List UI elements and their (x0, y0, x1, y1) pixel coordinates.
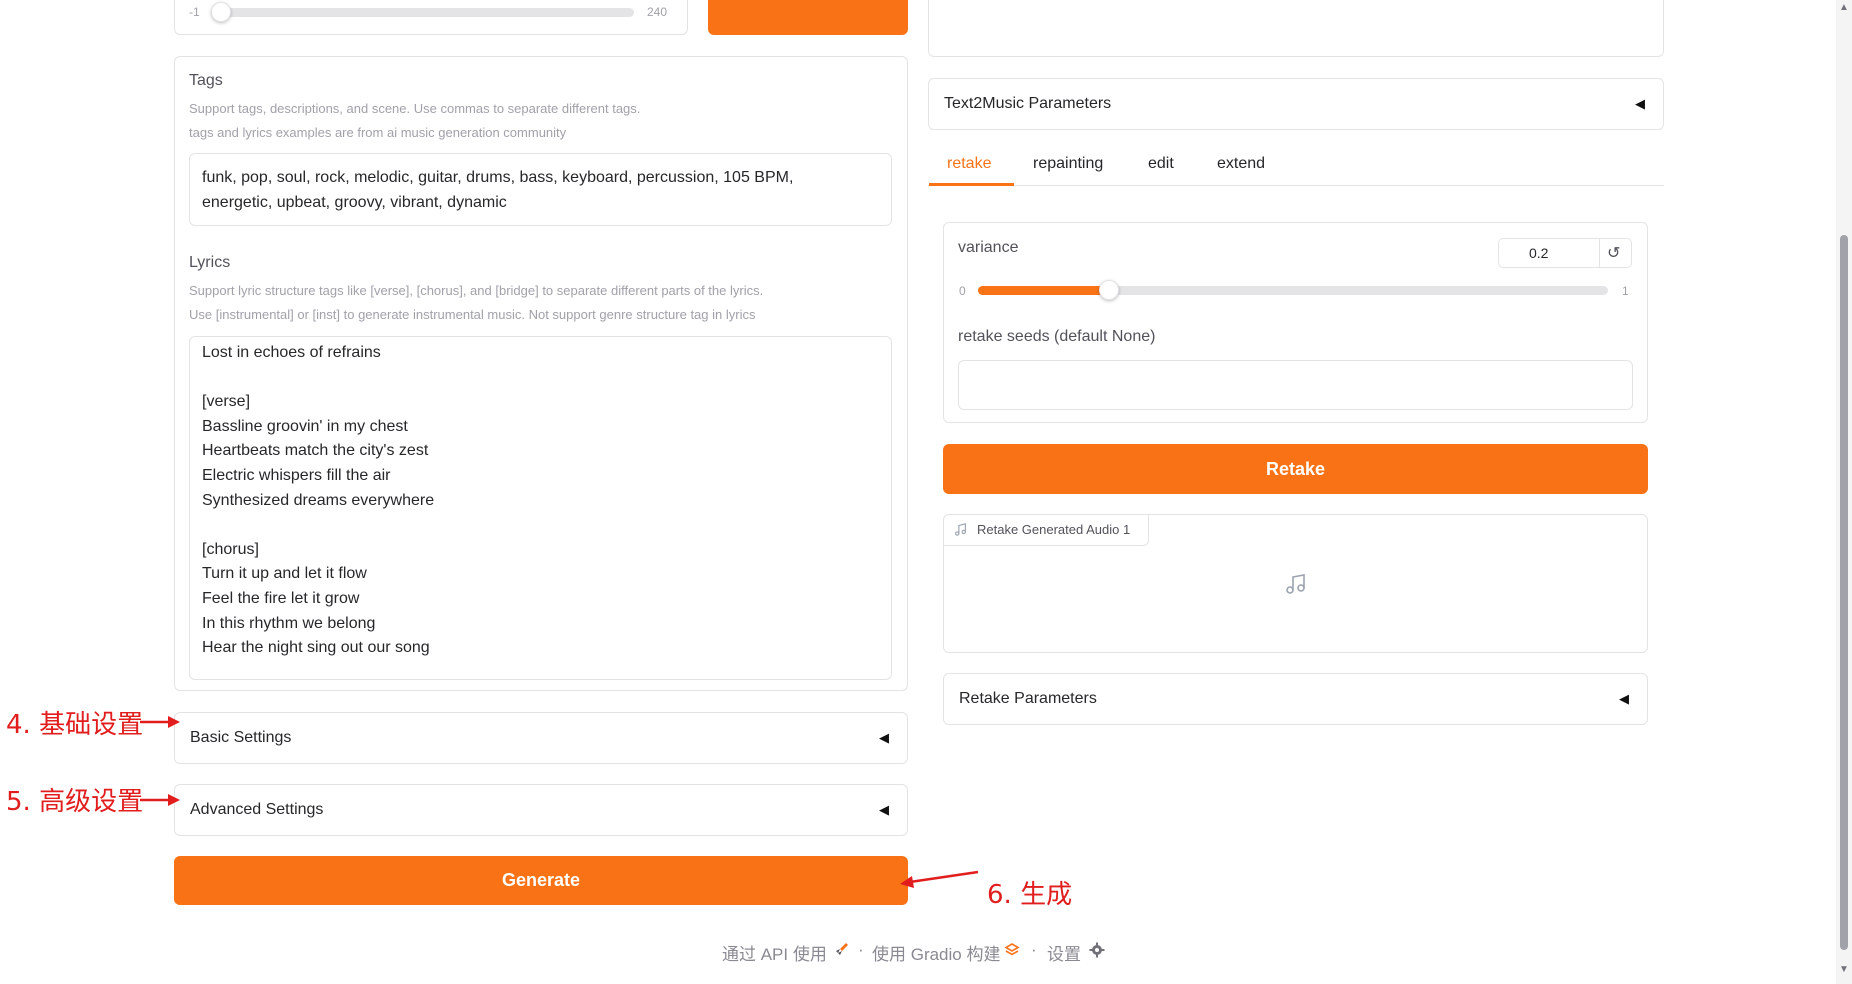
scroll-down-icon[interactable]: ▼ (1839, 964, 1849, 975)
variance-number-input[interactable]: 0.2 ↺ (1498, 238, 1632, 268)
tab-extend[interactable]: extend (1217, 155, 1265, 173)
retake-parameters-label: Retake Parameters (959, 690, 1097, 707)
footer-settings-link[interactable]: 设置 (1047, 940, 1081, 965)
retake-seeds-label: retake seeds (default None) (958, 328, 1156, 345)
variance-divider (1599, 239, 1600, 267)
footer-api-link[interactable]: 通过 API 使用 (722, 940, 827, 965)
tags-info-2: tags and lyrics examples are from ai mus… (189, 125, 567, 140)
lyrics-textarea[interactable]: Lost in echoes of refrains [verse] Bassl… (189, 336, 892, 680)
caret-left-icon: ◀ (879, 730, 889, 745)
basic-settings-label: Basic Settings (190, 729, 292, 746)
retake-audio-label: Retake Generated Audio 1 (977, 522, 1131, 537)
retake-audio-label-tab: Retake Generated Audio 1 (943, 514, 1149, 546)
gear-icon[interactable] (1089, 942, 1105, 958)
retake-seeds-input[interactable] (958, 360, 1633, 410)
annotation-basic-settings: 4. 基础设置 (6, 710, 144, 740)
footer-separator-2: · (1031, 940, 1037, 959)
generate-button[interactable]: Generate (174, 856, 908, 905)
music-placeholder-icon (1286, 574, 1305, 594)
variance-label: variance (958, 239, 1019, 256)
text2music-parameters-accordion[interactable]: Text2Music Parameters ◀ (928, 78, 1664, 130)
annotation-advanced-settings: 5. 高级设置 (6, 787, 144, 817)
advanced-settings-accordion[interactable]: Advanced Settings ◀ (174, 784, 908, 836)
top-orange-button[interactable] (708, 0, 908, 35)
duration-slider-track[interactable] (217, 8, 634, 17)
duration-min-label: -1 (189, 5, 200, 19)
duration-slider-panel (174, 0, 688, 35)
caret-left-icon: ◀ (879, 802, 889, 817)
annotation-arrow-generate (900, 870, 979, 888)
music-note-icon (955, 523, 966, 536)
tab-repainting[interactable]: repainting (1033, 155, 1103, 173)
lyrics-info-2: Use [instrumental] or [inst] to generate… (189, 307, 756, 322)
variance-max-label: 1 (1622, 284, 1629, 298)
text2music-parameters-label: Text2Music Parameters (944, 95, 1112, 112)
tab-retake[interactable]: retake (947, 155, 991, 173)
page-scrollbar[interactable]: ▲ ▼ (1836, 0, 1852, 984)
tags-textarea[interactable]: funk, pop, soul, rock, melodic, guitar, … (189, 153, 892, 226)
rocket-icon (836, 943, 848, 955)
gradio-logo-icon (1004, 943, 1020, 956)
top-right-panel (928, 0, 1664, 57)
annotation-arrow-advanced (140, 794, 180, 806)
tab-edit[interactable]: edit (1148, 155, 1174, 173)
variance-slider-fill (978, 286, 1110, 295)
caret-left-icon: ◀ (1619, 691, 1629, 706)
tags-label: Tags (189, 72, 223, 89)
tab-bar: retake repainting edit extend (928, 150, 1664, 186)
variance-value: 0.2 (1529, 245, 1549, 261)
variance-slider-thumb[interactable] (1099, 280, 1119, 300)
advanced-settings-label: Advanced Settings (190, 801, 324, 818)
variance-slider-track[interactable] (978, 286, 1608, 295)
variance-min-label: 0 (959, 284, 966, 298)
footer-gradio-link[interactable]: 使用 Gradio 构建 (872, 940, 1000, 965)
scrollbar-thumb[interactable] (1840, 235, 1848, 950)
footer-separator-1: · (858, 940, 864, 959)
retake-button[interactable]: Retake (943, 444, 1648, 494)
lyrics-info-1: Support lyric structure tags like [verse… (189, 283, 764, 298)
scroll-up-icon[interactable]: ▲ (1839, 2, 1849, 13)
lyrics-label: Lyrics (189, 254, 231, 271)
basic-settings-accordion[interactable]: Basic Settings ◀ (174, 712, 908, 764)
duration-slider-thumb[interactable] (211, 2, 231, 22)
tab-active-underline (929, 183, 1014, 186)
annotation-arrow-basic (140, 716, 180, 728)
caret-left-icon: ◀ (1635, 96, 1645, 111)
retake-parameters-accordion[interactable]: Retake Parameters ◀ (943, 673, 1648, 725)
tags-info-1: Support tags, descriptions, and scene. U… (189, 101, 641, 116)
annotation-generate: 6. 生成 (987, 880, 1073, 910)
reset-icon[interactable]: ↺ (1607, 243, 1620, 263)
duration-max-label: 240 (647, 5, 668, 19)
